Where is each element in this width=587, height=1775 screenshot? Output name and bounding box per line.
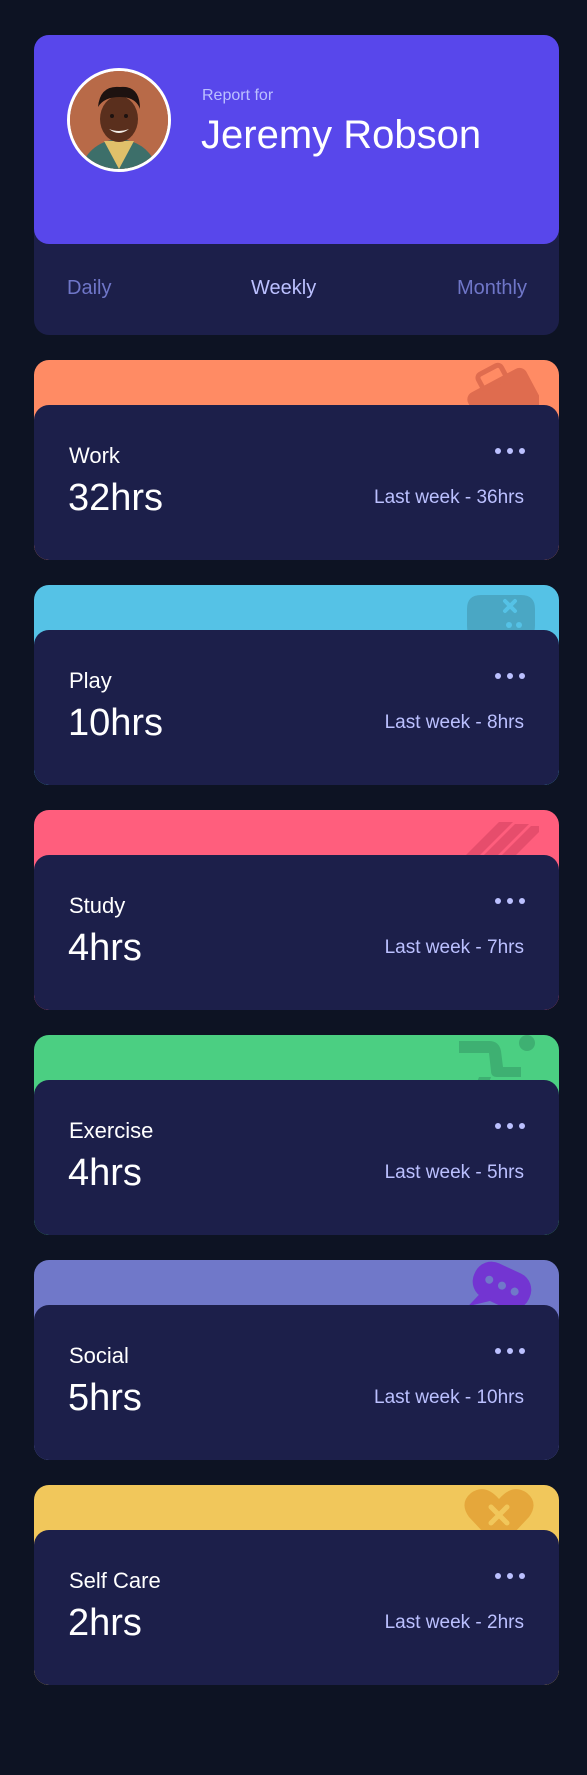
user-name: Jeremy Robson <box>201 113 482 157</box>
activity-card-social[interactable]: Social 5hrs Last week - 10hrs <box>34 1260 559 1460</box>
activity-title: Exercise <box>69 1118 154 1143</box>
activity-hours: 32hrs <box>68 477 164 519</box>
activity-title: Play <box>69 668 112 693</box>
avatar-image <box>70 71 168 169</box>
activity-title: Work <box>69 443 120 468</box>
activity-card-play[interactable]: Play 10hrs Last week - 8hrs <box>34 585 559 785</box>
activity-previous: Last week - 5hrs <box>384 1162 524 1183</box>
card-body: Social 5hrs Last week - 10hrs <box>34 1305 559 1460</box>
card-body: Work 32hrs Last week - 36hrs <box>34 405 559 560</box>
card-body: Study 4hrs Last week - 7hrs <box>34 855 559 1010</box>
tab-daily[interactable]: Daily <box>67 277 111 300</box>
activity-hours: 2hrs <box>68 1602 142 1644</box>
card-body: Play 10hrs Last week - 8hrs <box>34 630 559 785</box>
activity-card-self-care[interactable]: Self Care 2hrs Last week - 2hrs <box>34 1485 559 1685</box>
card-body: Self Care 2hrs Last week - 2hrs <box>34 1530 559 1685</box>
activity-previous: Last week - 8hrs <box>384 712 524 733</box>
activity-title: Social <box>69 1343 129 1368</box>
profile-header: Report for Jeremy Robson <box>34 35 559 244</box>
more-options-icon[interactable] <box>495 1570 525 1582</box>
activity-hours: 10hrs <box>68 702 164 744</box>
activity-title: Study <box>69 893 126 918</box>
activity-previous: Last week - 10hrs <box>374 1387 524 1408</box>
activity-previous: Last week - 2hrs <box>384 1612 524 1633</box>
activity-previous: Last week - 7hrs <box>384 937 524 958</box>
profile-card: Report for Jeremy Robson Daily Weekly Mo… <box>34 35 559 335</box>
activity-card-work[interactable]: Work 32hrs Last week - 36hrs <box>34 360 559 560</box>
more-options-icon[interactable] <box>495 1120 525 1132</box>
more-options-icon[interactable] <box>495 1345 525 1357</box>
tab-weekly[interactable]: Weekly <box>251 277 316 300</box>
dashboard: Report for Jeremy Robson Daily Weekly Mo… <box>34 35 559 1685</box>
activity-hours: 5hrs <box>68 1377 142 1419</box>
avatar <box>67 68 171 172</box>
activity-hours: 4hrs <box>68 927 142 969</box>
activity-previous: Last week - 36hrs <box>374 487 524 508</box>
activity-card-exercise[interactable]: Exercise 4hrs Last week - 5hrs <box>34 1035 559 1235</box>
more-options-icon[interactable] <box>495 670 525 682</box>
tab-monthly[interactable]: Monthly <box>457 277 527 300</box>
activity-title: Self Care <box>69 1568 161 1593</box>
period-tabs: Daily Weekly Monthly <box>34 277 559 307</box>
activity-hours: 4hrs <box>68 1152 142 1194</box>
report-for-label: Report for <box>202 87 274 104</box>
activity-card-study[interactable]: Study 4hrs Last week - 7hrs <box>34 810 559 1010</box>
more-options-icon[interactable] <box>495 895 525 907</box>
card-body: Exercise 4hrs Last week - 5hrs <box>34 1080 559 1235</box>
more-options-icon[interactable] <box>495 445 525 457</box>
